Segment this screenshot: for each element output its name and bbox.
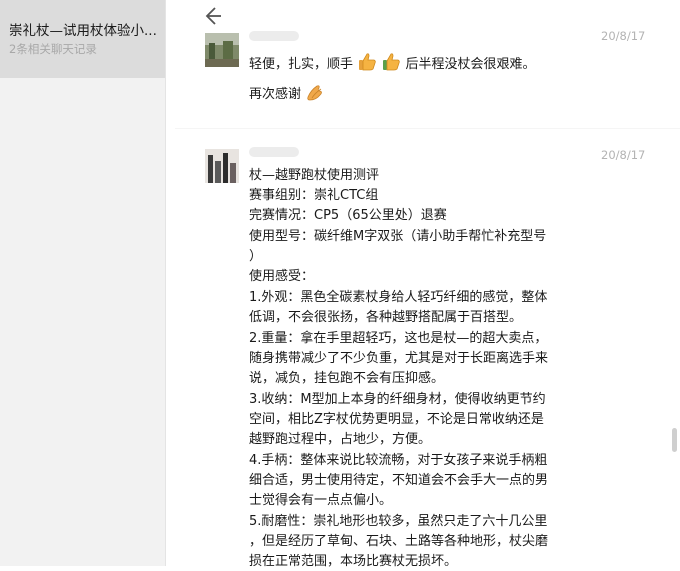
message-line: 使用感受： (249, 269, 315, 284)
message-line: 细合适，男士使用待定，不知道会不会手大一点的男 (249, 473, 549, 488)
chat-list-item-selected[interactable]: 崇礼杖—试用杖体验小... 2条相关聊天记录 (0, 0, 165, 78)
message-line: 2.重量：拿在手里超轻巧，这也是杖—的超大卖点， (249, 331, 548, 346)
message-line: 完赛情况：CP5（65公里处）退赛 (249, 208, 447, 223)
message-line: 使用型号：碳纤维M字双张（请小助手帮忙补充型号 (249, 229, 547, 244)
message-divider (175, 128, 680, 129)
message-line: 士觉得会有一点点偏小。 (249, 493, 393, 508)
chat-list-sidebar: 崇礼杖—试用杖体验小... 2条相关聊天记录 (0, 0, 166, 566)
message-line: ，但是经历了草甸、石块、土路等各种地形，杖尖磨 (249, 534, 549, 549)
thumbs-up-icon (357, 52, 377, 78)
avatar[interactable] (205, 149, 239, 183)
message-line: 赛事组别：崇礼CTC组 (249, 188, 379, 203)
message-line: 5.耐磨性：崇礼地形也较多，虽然只走了六十几公里 (249, 514, 548, 529)
message-text: 轻便，扎实，顺手 (249, 57, 354, 72)
message-text: 后半程没杖会很艰难。 (405, 57, 536, 72)
message-time: 20/8/17 (601, 29, 646, 43)
chat-title: 崇礼杖—试用杖体验小... (9, 23, 157, 39)
message-line: 随身携带减少了不少负重，尤其是对于长距离选手来 (249, 351, 549, 366)
message-line: 1.外观：黑色全碳素杖身给人轻巧纤细的感觉，整体 (249, 290, 548, 305)
message-line: ） (249, 249, 263, 264)
sender-name-blurred (249, 31, 299, 41)
message-text: 再次感谢 (249, 87, 302, 102)
message-line: 4.手柄：整体来说比较流畅，对于女孩子来说手柄粗 (249, 453, 548, 468)
message-line: 低调，不会很张扬，各种越野搭配属于百搭型。 (249, 310, 523, 325)
message-line: 损在正常范围，本场比赛杖无损坏。 (249, 554, 458, 569)
sender-name-blurred (249, 147, 299, 157)
message-item: 20/8/17 杖—越野跑杖使用测评 赛事组别：崇礼CTC组 完赛情况：CP5（… (205, 147, 665, 569)
back-arrow-icon[interactable] (200, 4, 224, 28)
message-line: 轻便，扎实，顺手 后半程没杖会很艰难。 (249, 52, 535, 78)
message-time: 20/8/17 (601, 148, 646, 162)
message-line: 3.收纳：M型加上本身的纤细身材，使得收纳更节约 (249, 392, 546, 407)
chat-subtitle: 2条相关聊天记录 (9, 42, 97, 56)
clap-hands-icon (305, 82, 325, 108)
scrollbar-thumb[interactable] (672, 428, 677, 452)
message-line: 杖—越野跑杖使用测评 (249, 168, 380, 183)
thumbs-up-icon (381, 52, 401, 78)
message-line: 再次感谢 (249, 82, 325, 108)
message-line: 越野跑过程中，占地少，方便。 (249, 432, 432, 447)
avatar[interactable] (205, 33, 239, 67)
message-line: 说，减负，挂包跑不会有压抑感。 (249, 371, 445, 386)
message-line: 空间，相比Z字杖优势更明显，不论是日常收纳还是 (249, 412, 544, 427)
message-item: 20/8/17 轻便，扎实，顺手 后半程没杖会很艰难。 再次感谢 (205, 29, 665, 113)
